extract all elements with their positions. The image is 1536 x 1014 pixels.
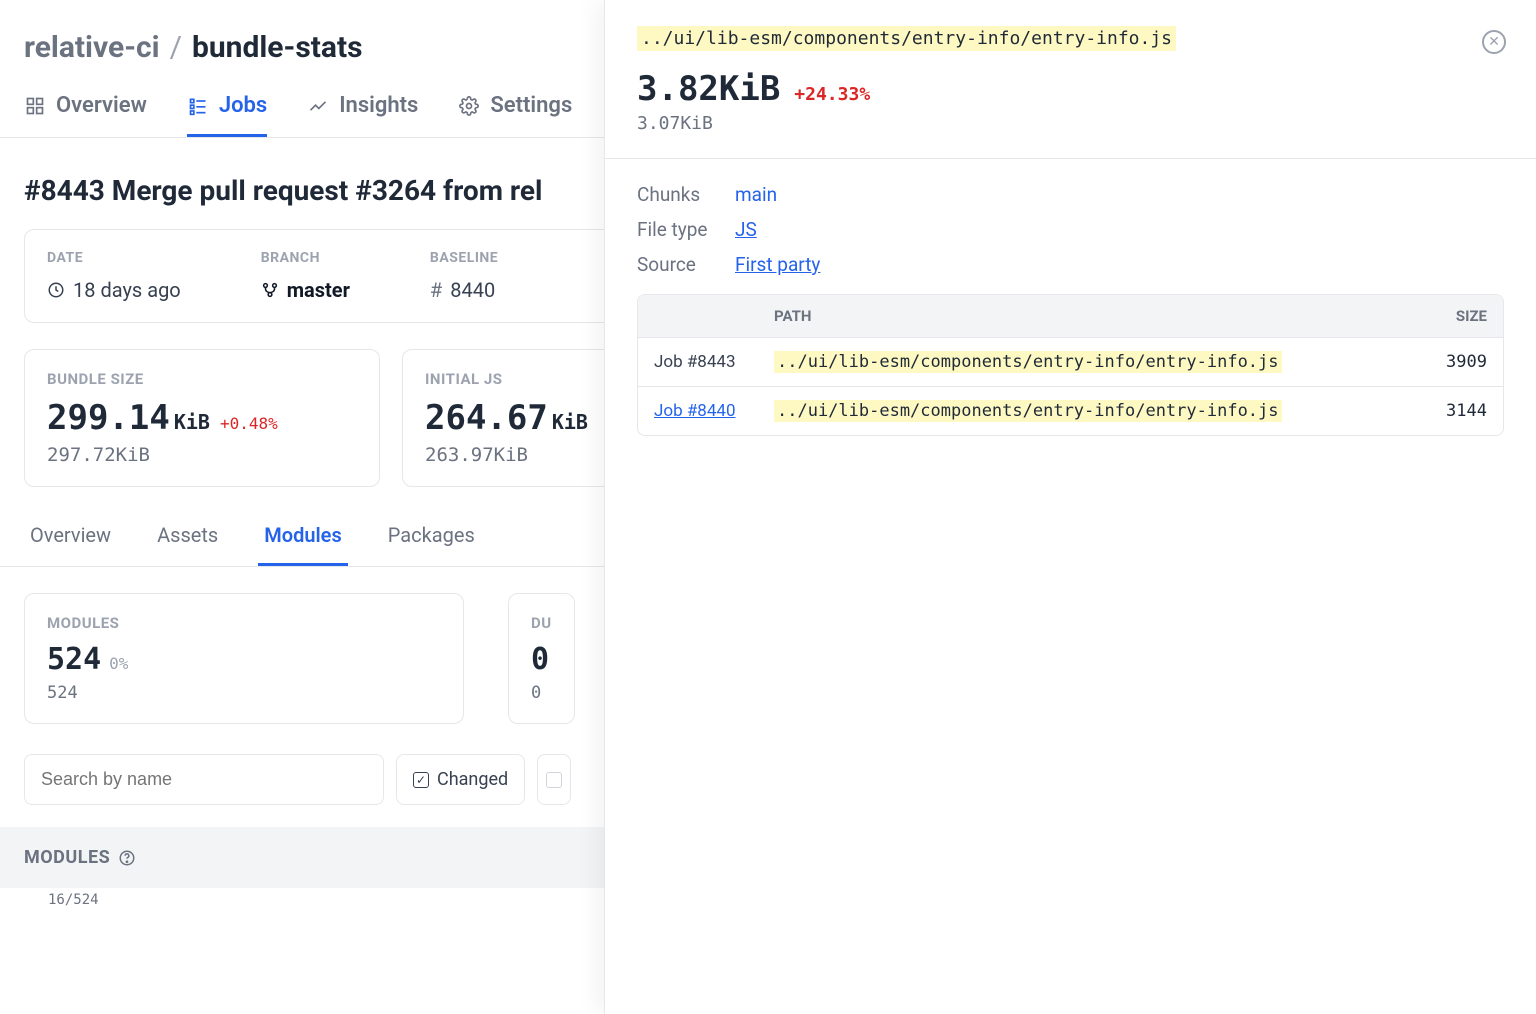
job-link[interactable]: Job #8440	[654, 401, 736, 421]
branch-icon	[261, 281, 279, 299]
kv-chunks-key: Chunks	[637, 183, 721, 206]
search-input[interactable]	[24, 754, 384, 805]
kv-chunks: Chunks main	[637, 183, 1504, 206]
hash-icon: #	[430, 278, 442, 302]
tab-settings[interactable]: Settings	[458, 83, 572, 137]
tab-insights-label: Insights	[339, 93, 418, 118]
source-link[interactable]: First party	[735, 253, 820, 276]
meta-baseline-value[interactable]: # 8440	[430, 278, 498, 302]
panel-delta: +24.33%	[794, 84, 870, 105]
kv-filetype-key: File type	[637, 218, 721, 241]
tab-insights[interactable]: Insights	[307, 83, 418, 137]
meta-date: DATE 18 days ago	[47, 250, 181, 302]
stat-bundle-prev: 297.72KiB	[47, 444, 357, 466]
filter-changed-label: Changed	[437, 769, 508, 790]
modules-count-prev: 524	[47, 683, 441, 703]
modules-section-title: MODULES	[24, 847, 110, 868]
breadcrumb-org[interactable]: relative-ci	[24, 30, 160, 65]
tab-overview[interactable]: Overview	[24, 83, 147, 137]
stat-bundle-delta: +0.48%	[220, 414, 278, 433]
breadcrumb-sep: /	[170, 30, 182, 65]
meta-branch: BRANCH master	[261, 250, 350, 302]
row-path: ../ui/lib-esm/components/entry-info/entr…	[774, 351, 1282, 373]
detail-panel: ✕ ../ui/lib-esm/components/entry-info/en…	[604, 0, 1536, 1014]
meta-baseline-label: BASELINE	[430, 250, 498, 266]
tab-settings-label: Settings	[490, 93, 572, 118]
modules-count-card: MODULES 524 0% 524	[24, 593, 464, 724]
clock-icon	[47, 281, 65, 299]
panel-prev-size: 3.07KiB	[637, 113, 1504, 134]
subtab-modules[interactable]: Modules	[258, 513, 347, 566]
meta-date-label: DATE	[47, 250, 181, 266]
grid-icon	[24, 95, 46, 117]
tab-jobs[interactable]: Jobs	[187, 83, 267, 137]
close-button[interactable]: ✕	[1482, 30, 1506, 54]
filter-changed[interactable]: ✓ Changed	[396, 754, 525, 805]
stat-bundle-unit: KiB	[174, 410, 210, 434]
tab-overview-label: Overview	[56, 93, 147, 118]
meta-branch-value[interactable]: master	[261, 278, 350, 302]
checkbox-icon: ✓	[413, 772, 429, 788]
panel-path: ../ui/lib-esm/components/entry-info/entr…	[637, 26, 1176, 51]
modules-count-pct: 0%	[109, 654, 128, 673]
stat-bundle-value: 299.14	[47, 398, 170, 438]
duplicate-label: DU	[531, 614, 552, 632]
th-size: SIZE	[1387, 307, 1487, 325]
job-label: Job #8443	[654, 352, 774, 372]
row-size: 3144	[1387, 401, 1487, 421]
meta-branch-label: BRANCH	[261, 250, 350, 266]
th-path: PATH	[774, 307, 1387, 325]
jobs-table: PATH SIZE Job #8443../ui/lib-esm/compone…	[637, 294, 1504, 436]
subtab-packages[interactable]: Packages	[382, 513, 481, 566]
checkbox-empty-icon	[546, 772, 562, 788]
panel-size: 3.82KiB	[637, 69, 780, 109]
kv-source: Source First party	[637, 253, 1504, 276]
duplicate-card: DU 0 0	[508, 593, 575, 724]
filter-extra[interactable]	[537, 754, 571, 805]
stat-bundle-size: BUNDLE SIZE 299.14KiB +0.48% 297.72KiB	[24, 349, 380, 487]
subtab-assets[interactable]: Assets	[151, 513, 224, 566]
duplicate-value: 0	[531, 642, 549, 677]
chunk-link[interactable]: main	[735, 183, 777, 206]
tab-jobs-label: Jobs	[219, 93, 267, 118]
kv-source-key: Source	[637, 253, 721, 276]
table-row: Job #8440 ../ui/lib-esm/components/entry-…	[638, 386, 1503, 435]
meta-baseline: BASELINE # 8440	[430, 250, 498, 302]
chart-icon	[307, 95, 329, 117]
meta-date-value: 18 days ago	[47, 278, 181, 302]
stat-bundle-label: BUNDLE SIZE	[47, 370, 357, 388]
gear-icon	[458, 95, 480, 117]
help-icon[interactable]	[118, 849, 136, 867]
modules-count-value: 524	[47, 642, 101, 677]
subtab-overview[interactable]: Overview	[24, 513, 117, 566]
table-row: Job #8443../ui/lib-esm/components/entry-…	[638, 337, 1503, 386]
row-path: ../ui/lib-esm/components/entry-info/entr…	[774, 400, 1282, 422]
stat-initialjs-unit: KiB	[552, 410, 588, 434]
row-size: 3909	[1387, 352, 1487, 372]
breadcrumb-repo[interactable]: bundle-stats	[192, 30, 363, 65]
filetype-link[interactable]: JS	[735, 218, 757, 241]
duplicate-prev: 0	[531, 683, 552, 703]
kv-filetype: File type JS	[637, 218, 1504, 241]
close-icon: ✕	[1488, 34, 1500, 50]
stat-initialjs-value: 264.67	[425, 398, 548, 438]
modules-count-label: MODULES	[47, 614, 441, 632]
list-icon	[187, 95, 209, 117]
